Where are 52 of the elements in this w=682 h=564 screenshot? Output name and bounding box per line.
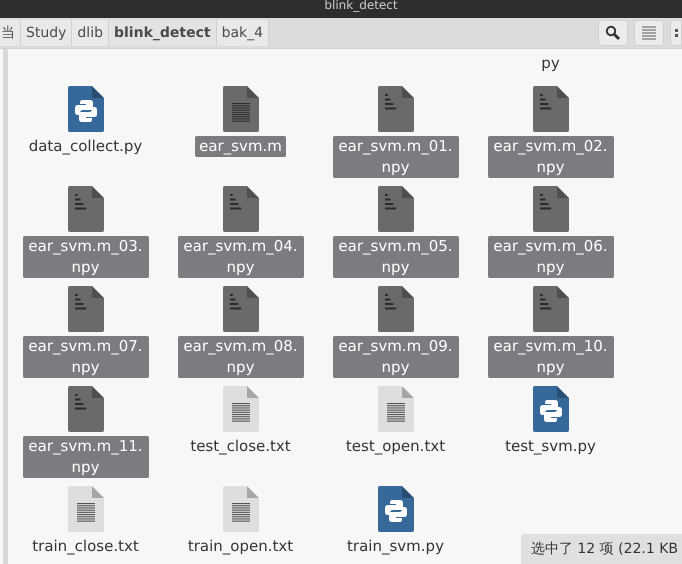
file-name[interactable]: ear_svm.m_10.npy	[488, 336, 614, 378]
binary-file-icon	[378, 286, 414, 332]
file-name[interactable]: ear_svm.m_11.npy	[22, 436, 148, 478]
binary-file-icon	[532, 186, 568, 232]
file-name[interactable]: test_close.txt	[186, 436, 295, 457]
binary-file-icon	[222, 286, 258, 332]
file-name[interactable]: ear_svm.m_06.npy	[488, 236, 614, 278]
file-name[interactable]: train_close.txt	[28, 536, 143, 557]
binary-file-icon	[532, 286, 568, 332]
window-title: blink_detect	[323, 0, 398, 10]
file-name[interactable]: ear_svm.m_07.npy	[22, 336, 148, 378]
text-file-icon	[378, 386, 414, 432]
binary-file-icon	[68, 286, 104, 332]
search-button[interactable]	[598, 20, 628, 46]
path-button[interactable]: dlib	[72, 20, 109, 46]
path-button[interactable]: bak_4	[216, 20, 270, 46]
file-name[interactable]: ear_svm.m_02.npy	[488, 136, 614, 178]
binary-file-icon	[378, 86, 414, 132]
file-name[interactable]: ear_svm.m_04.npy	[178, 236, 304, 278]
binary-file-icon	[222, 186, 258, 232]
file-name[interactable]: ear_svm.m	[195, 136, 286, 157]
text-file-icon	[222, 486, 258, 532]
grid-icon	[674, 27, 680, 39]
python-file-icon	[378, 486, 414, 532]
file-name[interactable]: test_open.txt	[342, 436, 450, 457]
file-name[interactable]: ear_svm.m_01.npy	[332, 136, 458, 178]
file-name[interactable]: ear_svm.m_03.npy	[22, 236, 148, 278]
file-name[interactable]: train_open.txt	[184, 536, 298, 557]
binary-file-icon	[68, 386, 104, 432]
path-button[interactable]: Study	[21, 20, 72, 46]
file-name[interactable]: ear_svm.m_08.npy	[178, 336, 304, 378]
search-icon	[605, 25, 621, 41]
path-button[interactable]: blink_detect	[108, 20, 217, 46]
grid-view-button[interactable]	[670, 20, 682, 46]
file-name[interactable]: train_svm.py	[343, 536, 448, 557]
text-file-icon	[68, 486, 104, 532]
file-name[interactable]: test_svm.py	[501, 436, 600, 457]
status-bar: 选中了 12 项 (22.1 KB	[520, 534, 682, 564]
file-name[interactable]: ear_svm.m_05.npy	[332, 236, 458, 278]
binary-file-icon	[68, 186, 104, 232]
text-file-icon	[222, 386, 258, 432]
binary-file-icon	[378, 186, 414, 232]
list-icon	[641, 26, 657, 40]
python-file-icon	[68, 86, 104, 132]
file-name[interactable]: ear_svm.m_09.npy	[332, 336, 458, 378]
file-name[interactable]: data_collect.py	[24, 136, 146, 157]
binary-file-icon	[532, 86, 568, 132]
file-name: py	[540, 53, 561, 74]
list-view-button[interactable]	[634, 20, 664, 46]
text-file-icon	[222, 86, 258, 132]
path-button[interactable]: 当	[0, 20, 21, 46]
python-file-icon	[532, 386, 568, 432]
